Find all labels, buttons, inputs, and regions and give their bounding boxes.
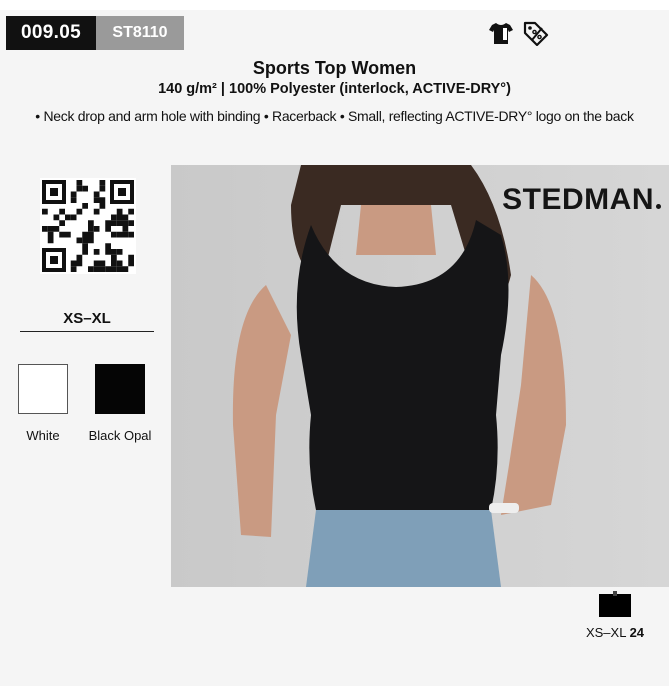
size-range: XS–XL: [63, 310, 111, 327]
header-row: 009.05 ST8110: [0, 16, 669, 50]
tshirt-icon: [489, 23, 513, 44]
article-code: 009.05: [6, 16, 96, 50]
shirt-pack-icon: [599, 591, 631, 617]
color-label-white: White: [26, 428, 60, 443]
qr-code[interactable]: [40, 178, 136, 274]
color-swatch-black-opal[interactable]: [95, 364, 145, 414]
product-photo: STEDMAN: [171, 165, 669, 587]
color-swatch-white[interactable]: [18, 364, 68, 414]
color-label-black-opal: Black Opal: [88, 428, 152, 443]
divider: [20, 331, 154, 332]
style-code: ST8110: [96, 16, 184, 50]
packaging-info: XS–XL 24: [585, 625, 645, 640]
product-specs: 140 g/m² | 100% Polyester (interlock, AC…: [158, 81, 511, 97]
model-illustration: [171, 165, 669, 587]
product-title: Sports Top Women: [252, 58, 417, 78]
brand-logo: STEDMAN: [502, 183, 661, 217]
top-strip: [0, 0, 669, 10]
product-features: • Neck drop and arm hole with binding • …: [35, 108, 634, 124]
sale-tag-icon: [523, 21, 549, 46]
header-icons: [488, 20, 558, 48]
